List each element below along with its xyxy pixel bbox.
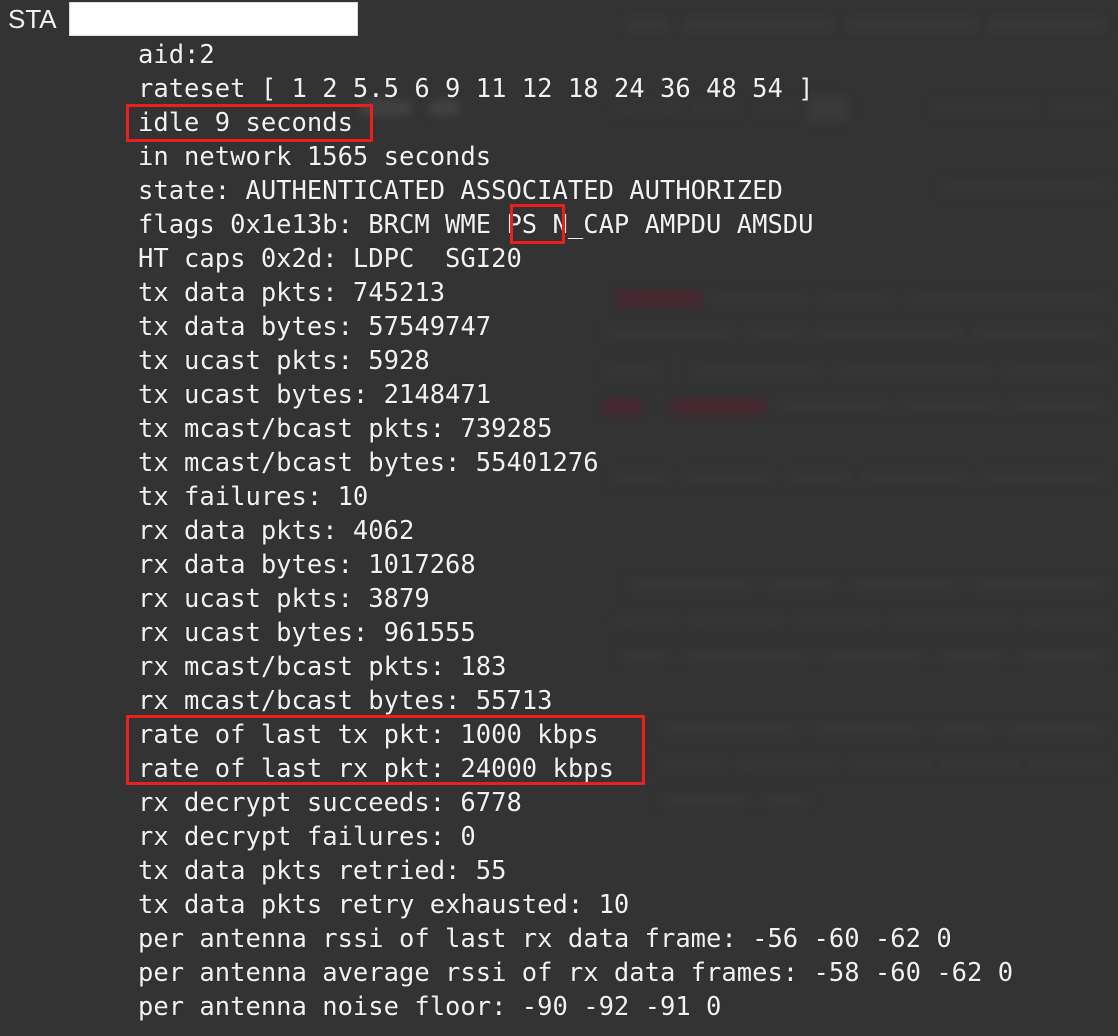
terminal-line: flags 0x1e13b: BRCM WME PS N_CAP AMPDU A… (138, 210, 814, 240)
terminal-line: tx data pkts retried: 55 (138, 856, 507, 886)
terminal-line: aid:2 (138, 40, 215, 70)
terminal-line: per antenna noise floor: -90 -92 -91 0 (138, 992, 722, 1022)
terminal-line: tx data bytes: 57549747 (138, 312, 492, 342)
terminal-line: tx mcast/bcast pkts: 739285 (138, 414, 553, 444)
terminal-line: rx data pkts: 4062 (138, 516, 415, 546)
terminal-line: tx data pkts: 745213 (138, 278, 446, 308)
terminal-line: tx ucast pkts: 5928 (138, 346, 430, 376)
terminal-line: HT caps 0x2d: LDPC SGI20 (138, 244, 522, 274)
terminal-line: tx mcast/bcast bytes: 55401276 (138, 448, 599, 478)
terminal-line: per antenna rssi of last rx data frame: … (138, 924, 952, 954)
terminal-line: state: AUTHENTICATED ASSOCIATED AUTHORIZ… (138, 176, 783, 206)
terminal-line: rx decrypt succeeds: 6778 (138, 788, 522, 818)
terminal-output: aid:2 rateset [ 1 2 5.5 6 9 11 12 18 24 3… (0, 0, 1118, 1036)
terminal-line: rateset [ 1 2 5.5 6 9 11 12 18 24 36 48 … (138, 74, 814, 104)
terminal-line: rx ucast pkts: 3879 (138, 584, 430, 614)
terminal-line: rate of last rx pkt: 24000 kbps (138, 754, 614, 784)
terminal-line: tx ucast bytes: 2148471 (138, 380, 492, 410)
terminal-line: rx mcast/bcast bytes: 55713 (138, 686, 553, 716)
screenshot-root: STA aid:2 rateset [ 1 2 5.5 6 9 11 12 18 … (0, 0, 1118, 1036)
terminal-line: rx decrypt failures: 0 (138, 822, 476, 852)
terminal-line: rx mcast/bcast pkts: 183 (138, 652, 507, 682)
terminal-line: idle 9 seconds (138, 108, 353, 138)
terminal-line: tx data pkts retry exhausted: 10 (138, 890, 630, 920)
terminal-line: in network 1565 seconds (138, 142, 492, 172)
terminal-line: rate of last tx pkt: 1000 kbps (138, 720, 599, 750)
terminal-line: tx failures: 10 (138, 482, 369, 512)
terminal-line: rx data bytes: 1017268 (138, 550, 476, 580)
terminal-line: per antenna average rssi of rx data fram… (138, 958, 1014, 988)
terminal-line: rx ucast bytes: 961555 (138, 618, 476, 648)
